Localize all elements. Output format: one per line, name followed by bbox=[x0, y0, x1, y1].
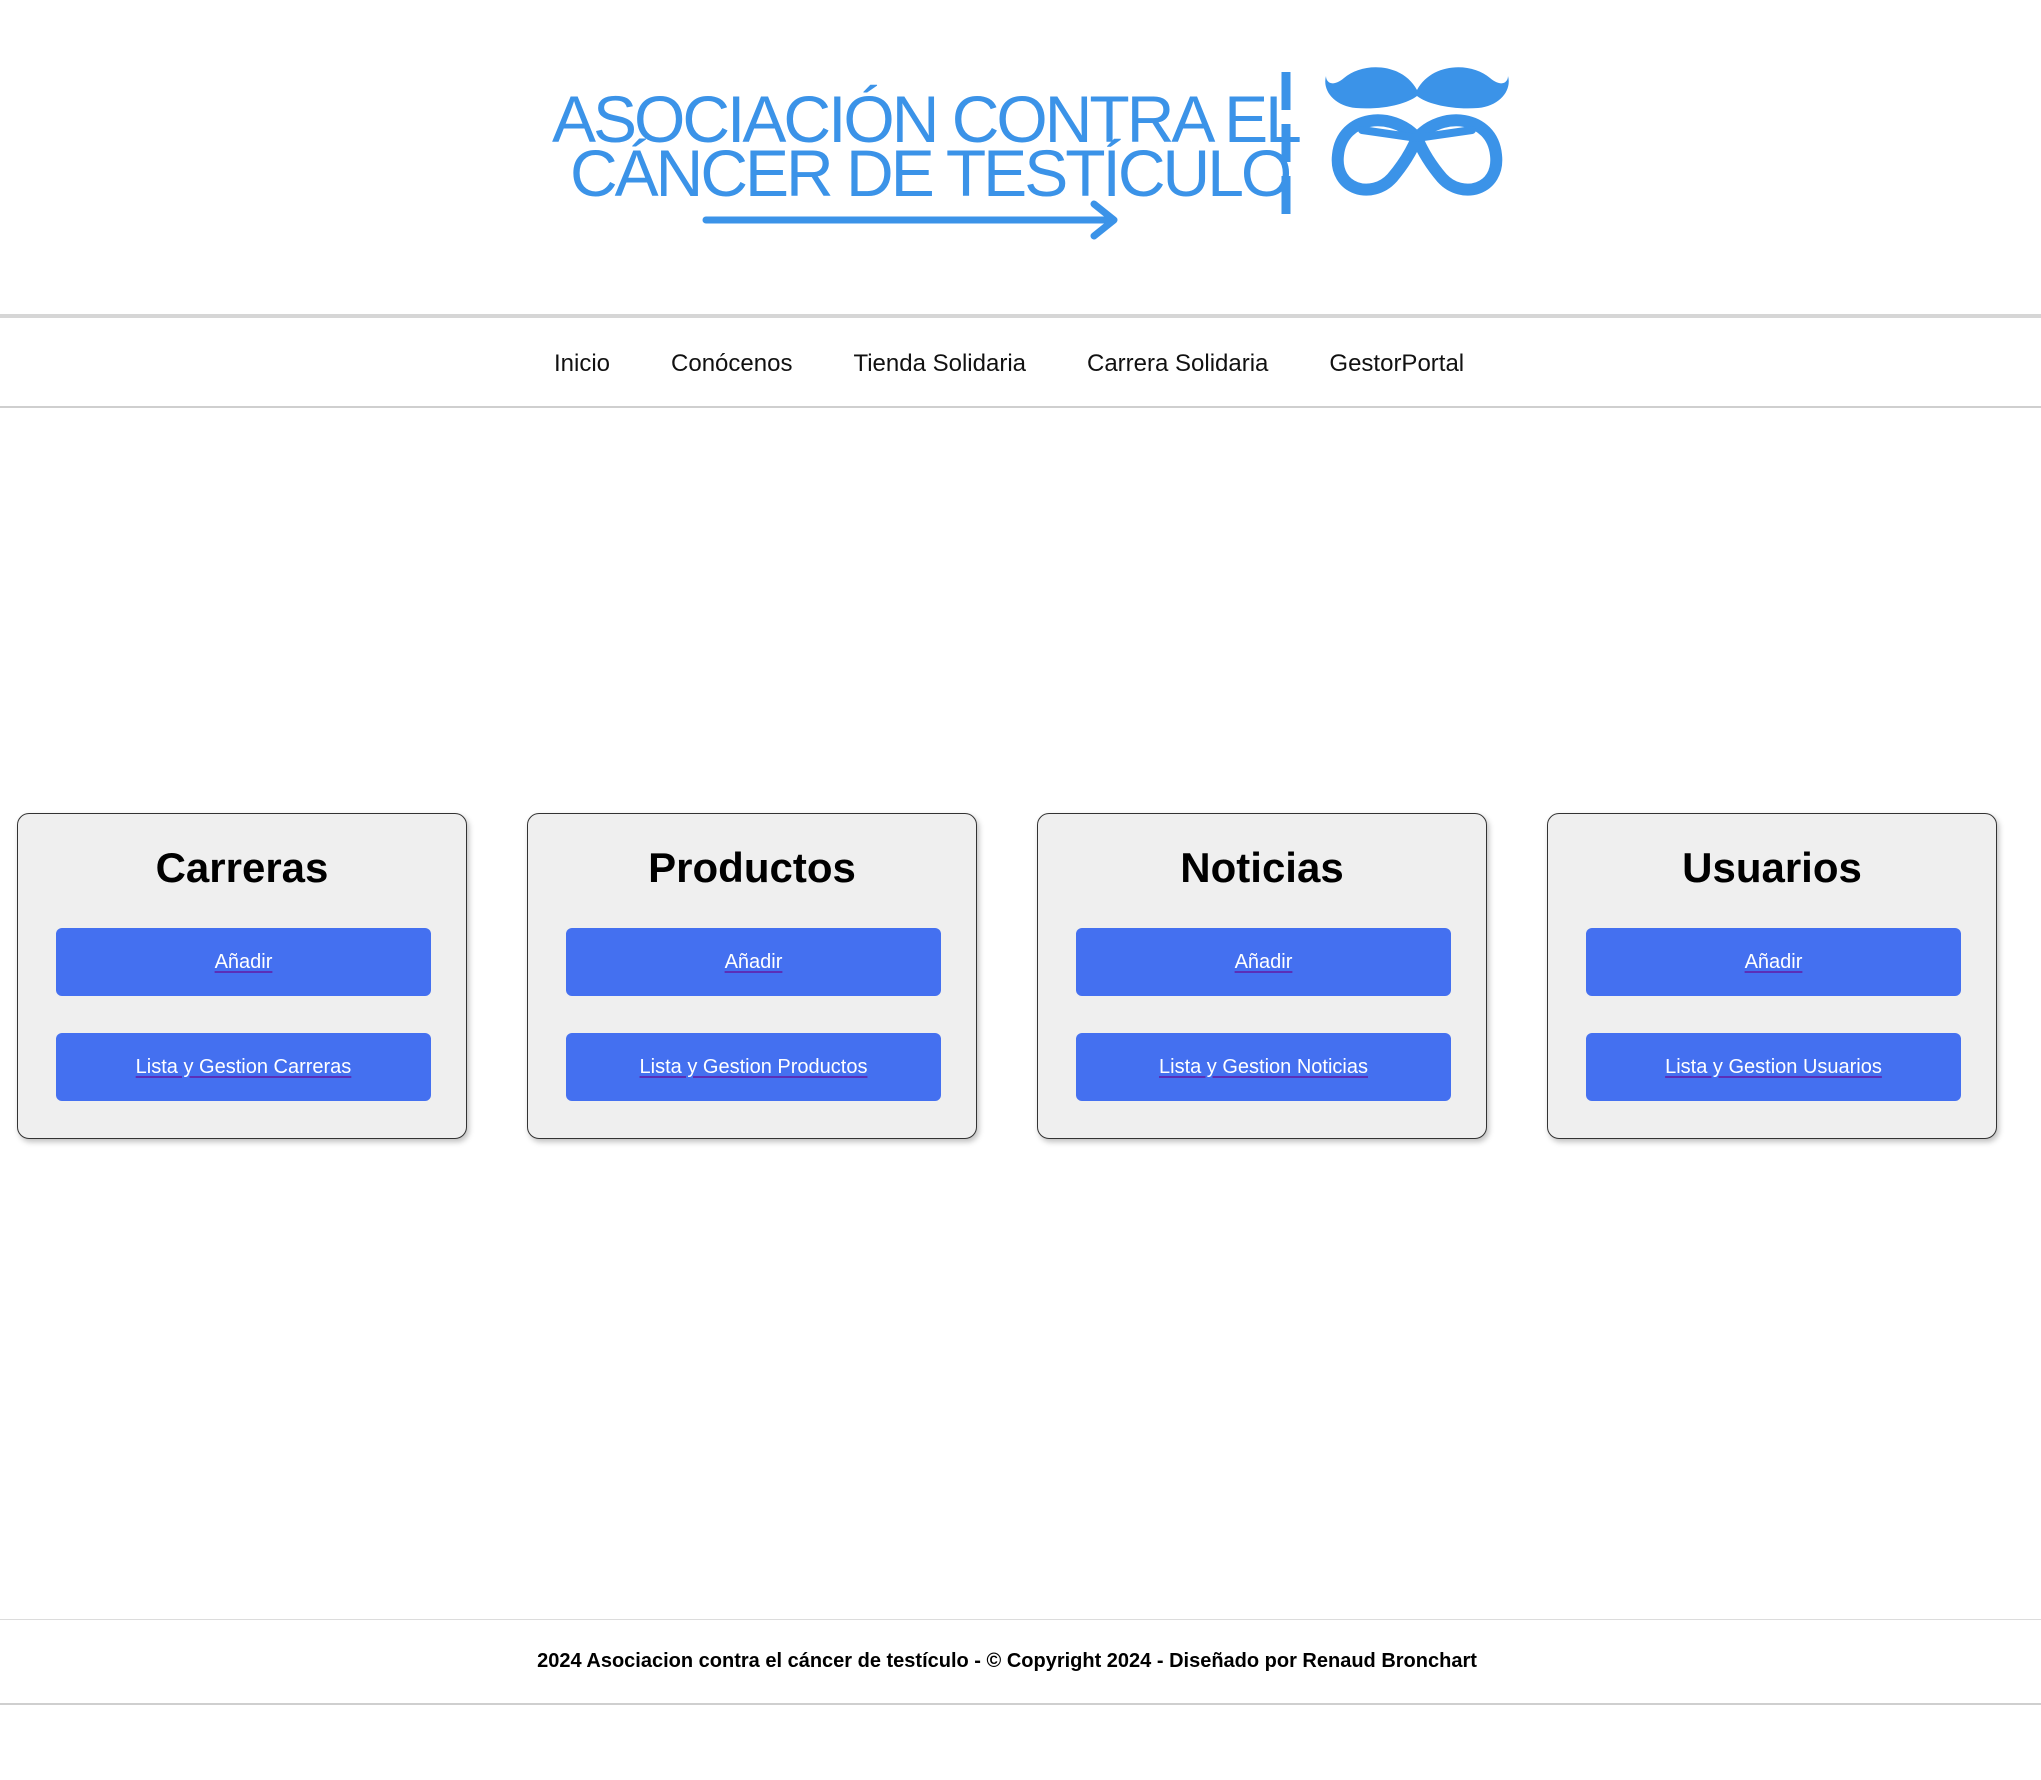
card-title: Productos bbox=[648, 844, 856, 891]
site-footer: 2024 Asociacion contra el cáncer de test… bbox=[0, 1619, 2041, 1705]
list-noticias-button[interactable]: Lista y Gestion Noticias bbox=[1076, 1033, 1451, 1101]
add-noticia-button[interactable]: Añadir bbox=[1076, 928, 1451, 996]
logo-divider bbox=[1281, 72, 1291, 224]
list-productos-button[interactable]: Lista y Gestion Productos bbox=[566, 1033, 941, 1101]
card-productos: Productos Añadir Lista y Gestion Product… bbox=[527, 813, 977, 1139]
card-title: Carreras bbox=[155, 844, 329, 891]
add-carrera-button[interactable]: Añadir bbox=[56, 928, 431, 996]
add-usuario-button[interactable]: Añadir bbox=[1586, 928, 1961, 996]
nav-list: Inicio Conócenos Tienda Solidaria Carrer… bbox=[554, 350, 1464, 378]
nav-item-conocenos[interactable]: Conócenos bbox=[671, 350, 792, 378]
nav-item-carrera-solidaria[interactable]: Carrera Solidaria bbox=[1087, 350, 1268, 378]
logo-text-line-2: CÁNCER DE TESTÍCULO bbox=[570, 136, 1292, 210]
footer-copyright: 2024 Asociacion contra el cáncer de test… bbox=[537, 1650, 1477, 1672]
card-usuarios: Usuarios Añadir Lista y Gestion Usuarios bbox=[1547, 813, 1997, 1139]
card-carreras: Carreras Añadir Lista y Gestion Carreras bbox=[17, 813, 467, 1139]
card-title: Noticias bbox=[1180, 844, 1344, 891]
list-usuarios-button[interactable]: Lista y Gestion Usuarios bbox=[1586, 1033, 1961, 1101]
mustache-icon bbox=[1325, 67, 1509, 196]
site-header: ASOCIACIÓN CONTRA EL CÁNCER DE TESTÍCULO bbox=[0, 0, 2041, 314]
site-logo[interactable]: ASOCIACIÓN CONTRA EL CÁNCER DE TESTÍCULO bbox=[552, 60, 1512, 256]
card-noticias: Noticias Añadir Lista y Gestion Noticias bbox=[1037, 813, 1487, 1139]
list-carreras-button[interactable]: Lista y Gestion Carreras bbox=[56, 1033, 431, 1101]
card-title: Usuarios bbox=[1682, 844, 1862, 891]
nav-item-tienda-solidaria[interactable]: Tienda Solidaria bbox=[853, 350, 1026, 378]
main-nav: Inicio Conócenos Tienda Solidaria Carrer… bbox=[0, 314, 2041, 408]
add-producto-button[interactable]: Añadir bbox=[566, 928, 941, 996]
management-cards: Carreras Añadir Lista y Gestion Carreras… bbox=[0, 813, 2041, 1139]
arrow-right-icon bbox=[702, 200, 1118, 240]
page: ASOCIACIÓN CONTRA EL CÁNCER DE TESTÍCULO… bbox=[0, 0, 2041, 1780]
nav-item-gestorportal[interactable]: GestorPortal bbox=[1329, 350, 1464, 378]
nav-item-inicio[interactable]: Inicio bbox=[554, 350, 610, 378]
